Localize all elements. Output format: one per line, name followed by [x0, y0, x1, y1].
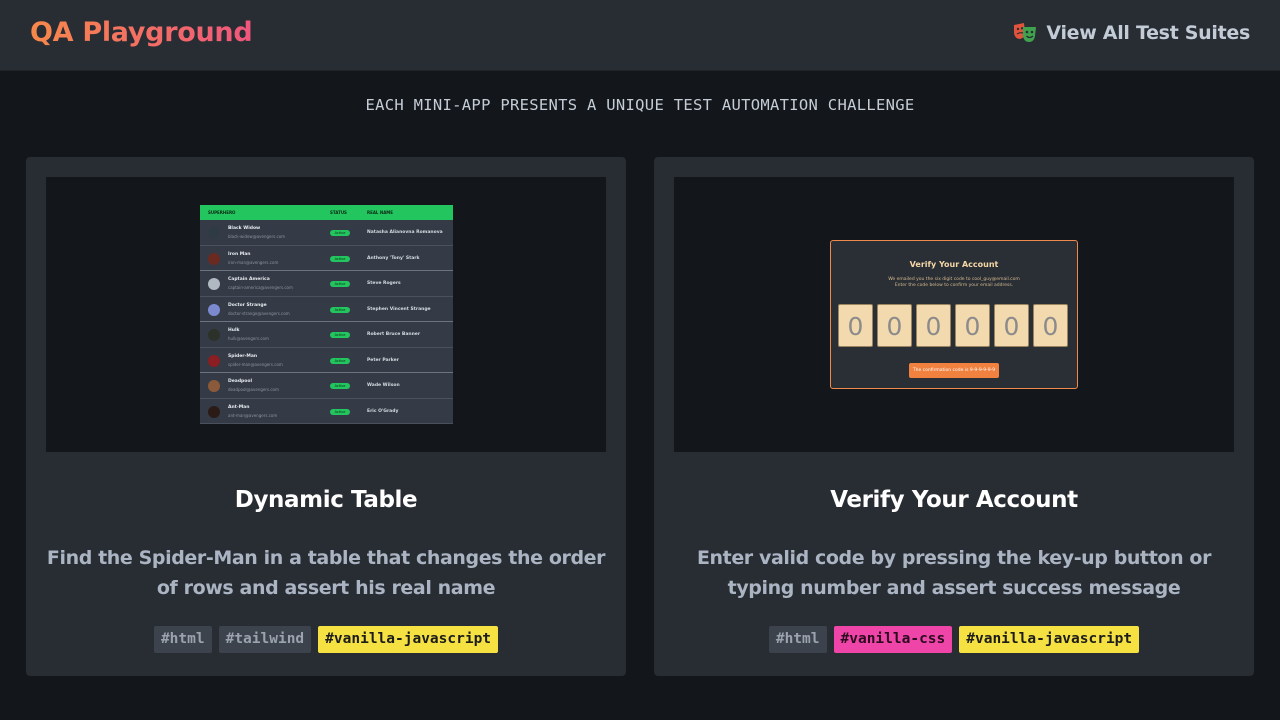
- hero-name: Black Widow: [228, 226, 261, 231]
- verify-account-card[interactable]: Verify Your Account We emailed you the s…: [654, 157, 1254, 676]
- tag-vanilla-css: #vanilla-css: [833, 626, 953, 653]
- hero-email: ant-man@avengers.com: [228, 412, 278, 418]
- real-name: Peter Parker: [367, 357, 399, 363]
- brand-logo[interactable]: QA Playground: [30, 17, 253, 48]
- hero-name: Ant-Man: [228, 404, 250, 410]
- avatar: [208, 329, 220, 341]
- mini-table-body: Black Widow black-widow@avengers.com Activ…: [200, 220, 453, 424]
- mini-table-header: SUPERHERO STATUS REAL NAME: [200, 205, 453, 220]
- hero-name: Iron Man: [228, 251, 251, 257]
- table-row: Hulk hulk@avengers.com Active Robert Bruce …: [200, 322, 453, 348]
- hero-email: spider-man@avengers.com: [228, 361, 283, 367]
- table-row: Ant-Man ant-man@avengers.com Active Eric O'…: [200, 399, 453, 424]
- table-row: Black Widow black-widow@avengers.com Activ…: [200, 220, 453, 246]
- mini-table: SUPERHERO STATUS REAL NAME Black Widow bl…: [200, 205, 453, 424]
- tag-list: #html #vanilla-css #vanilla-javascript: [654, 626, 1254, 653]
- avatar: [208, 227, 220, 239]
- hero-name: Deadpool: [228, 379, 252, 384]
- verify-box: Verify Your Account We emailed you the s…: [830, 240, 1078, 389]
- top-header: QA Playground View All Test Suites: [0, 0, 1280, 71]
- hero-email: captain-america@avengers.com: [228, 285, 293, 290]
- table-row: Captain America captain-america@avengers.…: [200, 271, 453, 297]
- verify-account-preview[interactable]: Verify Your Account We emailed you the s…: [674, 177, 1234, 452]
- hero-email: doctor-strange@avengers.com: [228, 310, 290, 316]
- status-badge: Active: [330, 306, 350, 313]
- theater-masks-icon: [1012, 22, 1038, 44]
- verify-box-title: Verify Your Account: [909, 260, 999, 269]
- real-name: Robert Bruce Banner: [367, 332, 421, 337]
- status-badge: Active: [330, 357, 350, 364]
- real-name: Steve Rogers: [367, 281, 401, 286]
- table-row: Iron Man iron-man@avengers.com Active Antho…: [200, 246, 453, 271]
- avatar: [208, 252, 220, 265]
- avatar: [208, 380, 220, 392]
- code-digit: 0: [838, 304, 873, 347]
- avatar: [208, 303, 220, 316]
- hero-email: black-widow@avengers.com: [228, 234, 286, 239]
- tag-vanilla-javascript: #vanilla-javascript: [959, 626, 1140, 653]
- status-badge: Active: [330, 281, 350, 287]
- view-all-test-suites-label: View All Test Suites: [1046, 22, 1250, 44]
- avatar: [208, 405, 220, 418]
- real-name: Eric O'Grady: [367, 408, 399, 414]
- confirmation-code-message: The confirmation code is 9-9-9-9-9-9: [909, 363, 999, 378]
- mini-table-header-real-name: REAL NAME: [367, 210, 394, 215]
- avatar: [208, 354, 220, 367]
- dynamic-table-preview[interactable]: SUPERHERO STATUS REAL NAME Black Widow bl…: [46, 177, 606, 452]
- status-badge: Active: [330, 332, 350, 338]
- table-row: Spider-Man spider-man@avengers.com Active P…: [200, 348, 453, 373]
- card-description: Enter valid code by pressing the key-up …: [696, 547, 1212, 599]
- tag-html: #html: [153, 626, 212, 653]
- verify-box-line2: Enter the code below to confirm your ema…: [894, 283, 1014, 288]
- hero-name: Captain America: [228, 277, 270, 282]
- code-digit: 0: [1033, 304, 1068, 347]
- real-name: Natasha Alianovna Romanova: [367, 230, 443, 235]
- code-digit: 0: [955, 304, 990, 347]
- avatar: [208, 278, 220, 290]
- hero-email: iron-man@avengers.com: [228, 259, 279, 265]
- table-row: Deadpool deadpool@avengers.com Active Wade …: [200, 373, 453, 399]
- mini-table-header-superhero: SUPERHERO: [208, 210, 236, 215]
- hero-name: Hulk: [228, 328, 240, 333]
- tag-list: #html #tailwind #vanilla-javascript: [26, 626, 626, 653]
- card-title: Dynamic Table: [234, 487, 418, 513]
- real-name: Stephen Vincent Strange: [367, 306, 431, 312]
- table-row: Doctor Strange doctor-strange@avengers.co…: [200, 297, 453, 322]
- verify-box-subtitle: We emailed you the six digit code to coo…: [831, 277, 1077, 289]
- status-badge: Active: [330, 255, 350, 262]
- hero-name: Doctor Strange: [228, 302, 267, 308]
- status-badge: Active: [330, 408, 350, 415]
- card-description: Find the Spider-Man in a table that chan…: [46, 547, 606, 599]
- hero-name: Spider-Man: [228, 353, 258, 359]
- status-badge: Active: [330, 230, 350, 236]
- real-name: Wade Wilson: [367, 383, 400, 388]
- card-title: Verify Your Account: [830, 487, 1078, 513]
- mini-table-header-status: STATUS: [330, 210, 347, 215]
- page-tagline: EACH MINI-APP PRESENTS A UNIQUE TEST AUT…: [365, 96, 915, 114]
- hero-email: hulk@avengers.com: [228, 336, 269, 341]
- real-name: Anthony 'Tony' Stark: [367, 255, 420, 261]
- hero-email: deadpool@avengers.com: [228, 387, 279, 392]
- status-badge: Active: [330, 383, 350, 389]
- tag-html: #html: [768, 626, 827, 653]
- code-digits: 0 0 0 0 0 0: [838, 304, 1068, 347]
- dynamic-table-card[interactable]: SUPERHERO STATUS REAL NAME Black Widow bl…: [26, 157, 626, 676]
- code-digit: 0: [994, 304, 1029, 347]
- view-all-test-suites-link[interactable]: View All Test Suites: [1012, 22, 1250, 44]
- code-digit: 0: [916, 304, 951, 347]
- code-digit: 0: [877, 304, 912, 347]
- tag-tailwind: #tailwind: [218, 626, 312, 653]
- tag-vanilla-javascript: #vanilla-javascript: [318, 626, 499, 653]
